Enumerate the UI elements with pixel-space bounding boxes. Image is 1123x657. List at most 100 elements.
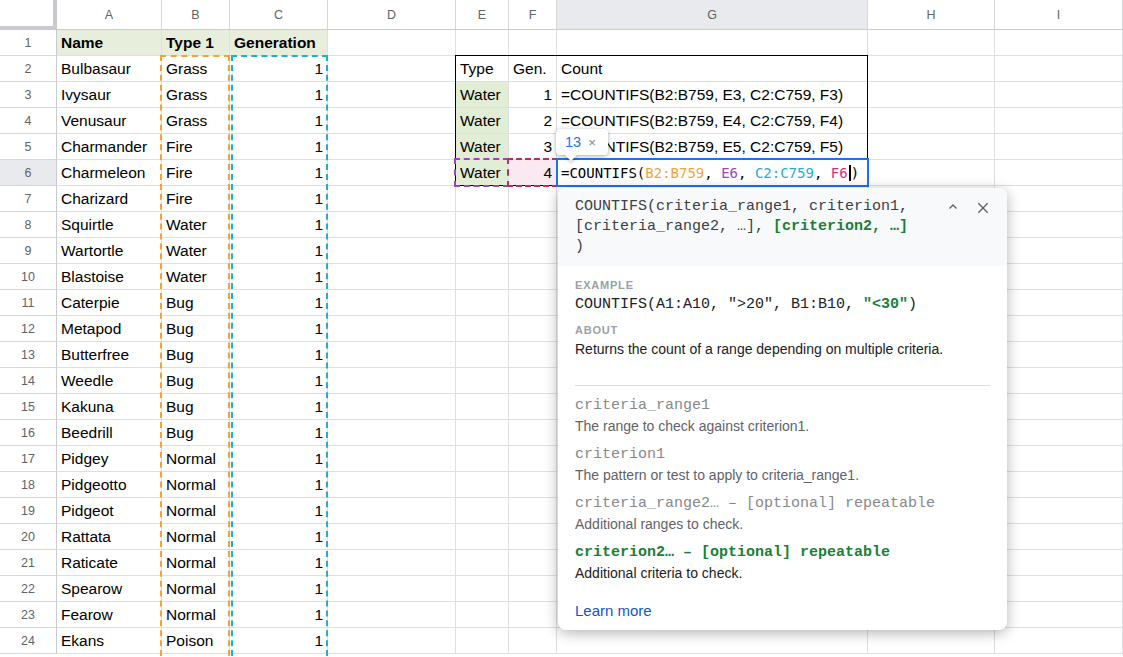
cell-F10[interactable]	[509, 264, 557, 290]
cell-C2[interactable]: 1	[230, 56, 328, 82]
row-header-21[interactable]: 21	[0, 550, 57, 576]
column-header-F[interactable]: F	[509, 0, 557, 30]
cell-F22[interactable]	[509, 576, 557, 602]
cell-F14[interactable]	[509, 368, 557, 394]
cell-B15[interactable]: Bug	[162, 394, 230, 420]
row-header-6[interactable]: 6	[0, 160, 57, 186]
cell-F19[interactable]	[509, 498, 557, 524]
cell-C20[interactable]: 1	[230, 524, 328, 550]
column-header-C[interactable]: C	[230, 0, 328, 30]
cell-B24[interactable]: Poison	[162, 628, 230, 654]
cell-E17[interactable]	[456, 446, 509, 472]
cell-D13[interactable]	[328, 342, 456, 368]
cell-D23[interactable]	[328, 602, 456, 628]
cell-F2[interactable]: Gen.	[509, 56, 557, 82]
cell-B18[interactable]: Normal	[162, 472, 230, 498]
column-header-A[interactable]: A	[57, 0, 162, 30]
cell-C1[interactable]: Generation	[230, 30, 328, 56]
cell-I10[interactable]	[995, 264, 1123, 290]
cell-F17[interactable]	[509, 446, 557, 472]
cell-G3[interactable]: =COUNTIFS(B2:B759, E3, C2:C759, F3)	[557, 82, 868, 108]
cell-B12[interactable]: Bug	[162, 316, 230, 342]
cell-I23[interactable]	[995, 602, 1123, 628]
cell-C11[interactable]: 1	[230, 290, 328, 316]
cell-B22[interactable]: Normal	[162, 576, 230, 602]
column-header-D[interactable]: D	[328, 0, 456, 30]
cell-I21[interactable]	[995, 550, 1123, 576]
cell-H6[interactable]	[868, 160, 995, 186]
column-header-H[interactable]: H	[868, 0, 995, 30]
row-header-20[interactable]: 20	[0, 524, 57, 550]
cell-A20[interactable]: Rattata	[57, 524, 162, 550]
row-header-3[interactable]: 3	[0, 82, 57, 108]
cell-E1[interactable]	[456, 30, 509, 56]
cell-B2[interactable]: Grass	[162, 56, 230, 82]
cell-C16[interactable]: 1	[230, 420, 328, 446]
cell-D20[interactable]	[328, 524, 456, 550]
cell-E12[interactable]	[456, 316, 509, 342]
cell-C14[interactable]: 1	[230, 368, 328, 394]
cell-C3[interactable]: 1	[230, 82, 328, 108]
cell-C23[interactable]: 1	[230, 602, 328, 628]
cell-D4[interactable]	[328, 108, 456, 134]
row-header-11[interactable]: 11	[0, 290, 57, 316]
cell-B17[interactable]: Normal	[162, 446, 230, 472]
cell-C24[interactable]: 1	[230, 628, 328, 654]
cell-F7[interactable]	[509, 186, 557, 212]
cell-D6[interactable]	[328, 160, 456, 186]
cell-I16[interactable]	[995, 420, 1123, 446]
cell-F12[interactable]	[509, 316, 557, 342]
cell-C12[interactable]: 1	[230, 316, 328, 342]
cell-C4[interactable]: 1	[230, 108, 328, 134]
cell-E15[interactable]	[456, 394, 509, 420]
cell-B21[interactable]: Normal	[162, 550, 230, 576]
cell-I3[interactable]	[995, 82, 1123, 108]
cell-E8[interactable]	[456, 212, 509, 238]
row-header-16[interactable]: 16	[0, 420, 57, 446]
cell-I8[interactable]	[995, 212, 1123, 238]
cell-B14[interactable]: Bug	[162, 368, 230, 394]
cell-D5[interactable]	[328, 134, 456, 160]
cell-C22[interactable]: 1	[230, 576, 328, 602]
cell-H24[interactable]	[868, 628, 995, 654]
cell-E24[interactable]	[456, 628, 509, 654]
cell-A6[interactable]: Charmeleon	[57, 160, 162, 186]
cell-A22[interactable]: Spearow	[57, 576, 162, 602]
cell-C5[interactable]: 1	[230, 134, 328, 160]
cell-I17[interactable]	[995, 446, 1123, 472]
cell-E10[interactable]	[456, 264, 509, 290]
row-header-24[interactable]: 24	[0, 628, 57, 654]
cell-B7[interactable]: Fire	[162, 186, 230, 212]
cell-A5[interactable]: Charmander	[57, 134, 162, 160]
cell-H2[interactable]	[868, 56, 995, 82]
cell-B13[interactable]: Bug	[162, 342, 230, 368]
cell-C19[interactable]: 1	[230, 498, 328, 524]
cell-F21[interactable]	[509, 550, 557, 576]
cell-A10[interactable]: Blastoise	[57, 264, 162, 290]
column-header-B[interactable]: B	[162, 0, 230, 30]
cell-D19[interactable]	[328, 498, 456, 524]
cell-A12[interactable]: Metapod	[57, 316, 162, 342]
cell-F23[interactable]	[509, 602, 557, 628]
cell-D18[interactable]	[328, 472, 456, 498]
cell-C15[interactable]: 1	[230, 394, 328, 420]
cell-I12[interactable]	[995, 316, 1123, 342]
cell-H4[interactable]	[868, 108, 995, 134]
row-header-5[interactable]: 5	[0, 134, 57, 160]
row-header-17[interactable]: 17	[0, 446, 57, 472]
row-header-1[interactable]: 1	[0, 30, 57, 56]
cell-B3[interactable]: Grass	[162, 82, 230, 108]
cell-B23[interactable]: Normal	[162, 602, 230, 628]
cell-A2[interactable]: Bulbasaur	[57, 56, 162, 82]
cell-D1[interactable]	[328, 30, 456, 56]
cell-A3[interactable]: Ivysaur	[57, 82, 162, 108]
cell-H1[interactable]	[868, 30, 995, 56]
cell-I4[interactable]	[995, 108, 1123, 134]
learn-more-link[interactable]: Learn more	[575, 602, 652, 619]
cell-A24[interactable]: Ekans	[57, 628, 162, 654]
preview-close-icon[interactable]: ×	[588, 135, 596, 150]
cell-B11[interactable]: Bug	[162, 290, 230, 316]
formula-edit-cell-G6[interactable]: =COUNTIFS(B2:B759, E6, C2:C759, F6)	[556, 158, 869, 187]
row-header-23[interactable]: 23	[0, 602, 57, 628]
cell-A9[interactable]: Wartortle	[57, 238, 162, 264]
